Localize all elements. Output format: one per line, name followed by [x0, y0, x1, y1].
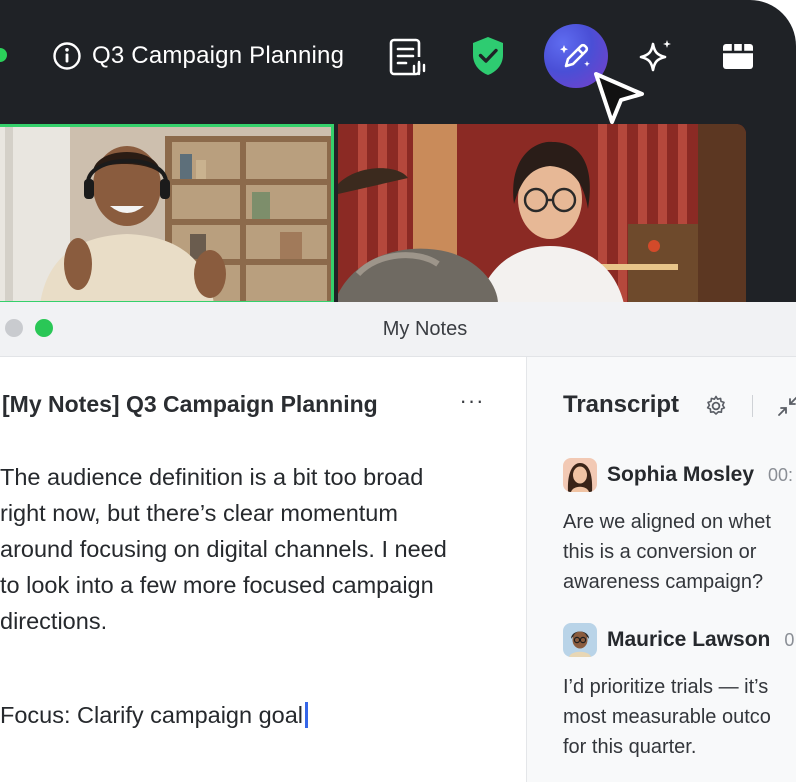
- grid-icon: [723, 44, 753, 69]
- transcript-entry: Maurice Lawson 0 I’d prioritize trials —…: [563, 622, 796, 762]
- transcript-text: Are we aligned on whet this is a convers…: [563, 511, 771, 593]
- mouse-cursor-icon: [594, 72, 644, 124]
- collapse-icon[interactable]: [777, 395, 796, 417]
- video-tile-participant-1[interactable]: [0, 124, 334, 304]
- toolbar-separator: [752, 395, 753, 417]
- more-options-button[interactable]: ···: [456, 390, 488, 417]
- doc-title[interactable]: [My Notes] Q3 Campaign Planning: [2, 391, 378, 418]
- avatar: [563, 623, 597, 657]
- notes-editor[interactable]: [My Notes] Q3 Campaign Planning ··· The …: [0, 357, 526, 782]
- speaker-name: Maurice Lawson: [607, 628, 771, 651]
- apps-button[interactable]: [718, 36, 758, 76]
- avatar-image: [563, 623, 597, 657]
- video-tile-participant-2[interactable]: [338, 124, 746, 304]
- transcript-title: Transcript: [563, 391, 680, 418]
- meeting-title-text: Q3 Campaign Planning: [92, 42, 345, 69]
- notes-window: My Notes [My Notes] Q3 Campaign Planning…: [0, 302, 796, 782]
- speaker-name: Sophia Mosley: [607, 463, 755, 486]
- timestamp: 0: [784, 629, 795, 650]
- notes-icon: [389, 38, 426, 76]
- doc-body-text[interactable]: The audience definition is a bit too bro…: [0, 459, 510, 639]
- text-caret: [305, 702, 308, 728]
- avatar-image: [563, 458, 597, 492]
- notes-button[interactable]: [388, 36, 428, 78]
- focus-line-text: Focus: Clarify campaign goal: [0, 702, 304, 728]
- avatar: [563, 458, 597, 492]
- meeting-title[interactable]: Q3 Campaign Planning: [52, 38, 344, 74]
- notes-titlebar: My Notes: [0, 302, 796, 357]
- shield-check-icon: [473, 37, 503, 75]
- window-title: My Notes: [382, 318, 468, 340]
- window-control-dot[interactable]: [0, 48, 7, 62]
- transcript-text: I’d prioritize trials — it’s most measur…: [563, 676, 771, 758]
- transcript-entry: Sophia Mosley 00: Are we aligned on whet…: [563, 457, 796, 597]
- info-icon: [53, 42, 81, 70]
- doc-focus-line[interactable]: Focus: Clarify campaign goal: [0, 697, 308, 733]
- timestamp: 00:: [768, 464, 794, 485]
- participant-video-image: [0, 124, 334, 304]
- app-frame: Q3 Campaign Planning My Notes [My Notes]…: [0, 0, 796, 782]
- transcript-panel: Transcript Sophia Mosley 00: Are we alig…: [527, 357, 796, 782]
- security-button[interactable]: [466, 34, 510, 78]
- transcript-entry-header: Maurice Lawson 0: [563, 622, 796, 658]
- meeting-toolbar: Q3 Campaign Planning: [0, 0, 796, 116]
- transcript-entry-header: Sophia Mosley 00:: [563, 457, 796, 493]
- gear-icon[interactable]: [705, 395, 727, 417]
- participant-video-image: [338, 124, 746, 304]
